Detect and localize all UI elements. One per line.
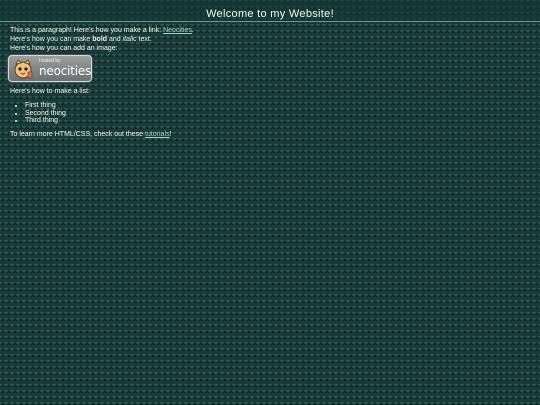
list-intro-paragraph: Here's how to make a list:: [10, 88, 90, 95]
intro-suffix: .: [191, 27, 194, 34]
page-title: Welcome to my Website!: [206, 8, 334, 20]
italic-word: italic: [122, 36, 137, 43]
hosted-by-neocities-badge[interactable]: hosted by neocities: [8, 55, 92, 82]
list-item: Third thing: [25, 117, 540, 125]
image-paragraph: Here's how you can add an image:: [10, 45, 118, 52]
outro-paragraph: To learn more HTML/CSS, check out these …: [10, 130, 540, 139]
intro-paragraph: This is a paragraph! Here's how you make…: [10, 26, 540, 35]
outro-suffix: !: [169, 130, 172, 138]
formatting-suffix: text.: [136, 36, 152, 43]
intro-text: This is a paragraph! Here's how you make…: [10, 27, 164, 34]
neocities-link[interactable]: Neocities: [163, 27, 192, 34]
formatting-middle: and: [107, 36, 123, 43]
badge-neocities-text: neocities: [39, 64, 92, 78]
main-content: This is a paragraph! Here's how you make…: [0, 22, 540, 139]
neocities-cat-icon: [14, 59, 33, 79]
tutorials-link[interactable]: tutorials: [145, 131, 170, 138]
list-item: First thing: [25, 102, 540, 110]
formatting-prefix: Here's how you can make: [10, 36, 93, 43]
page-header: Welcome to my Website!: [0, 0, 540, 22]
formatting-paragraph: Here's how you can make bold and italic …: [10, 35, 540, 44]
bold-word: bold: [92, 36, 108, 43]
outro-text: To learn more HTML/CSS, check out these: [10, 130, 145, 138]
example-list: First thing Second thing Third thing: [10, 102, 540, 125]
list-item: Second thing: [25, 110, 540, 118]
